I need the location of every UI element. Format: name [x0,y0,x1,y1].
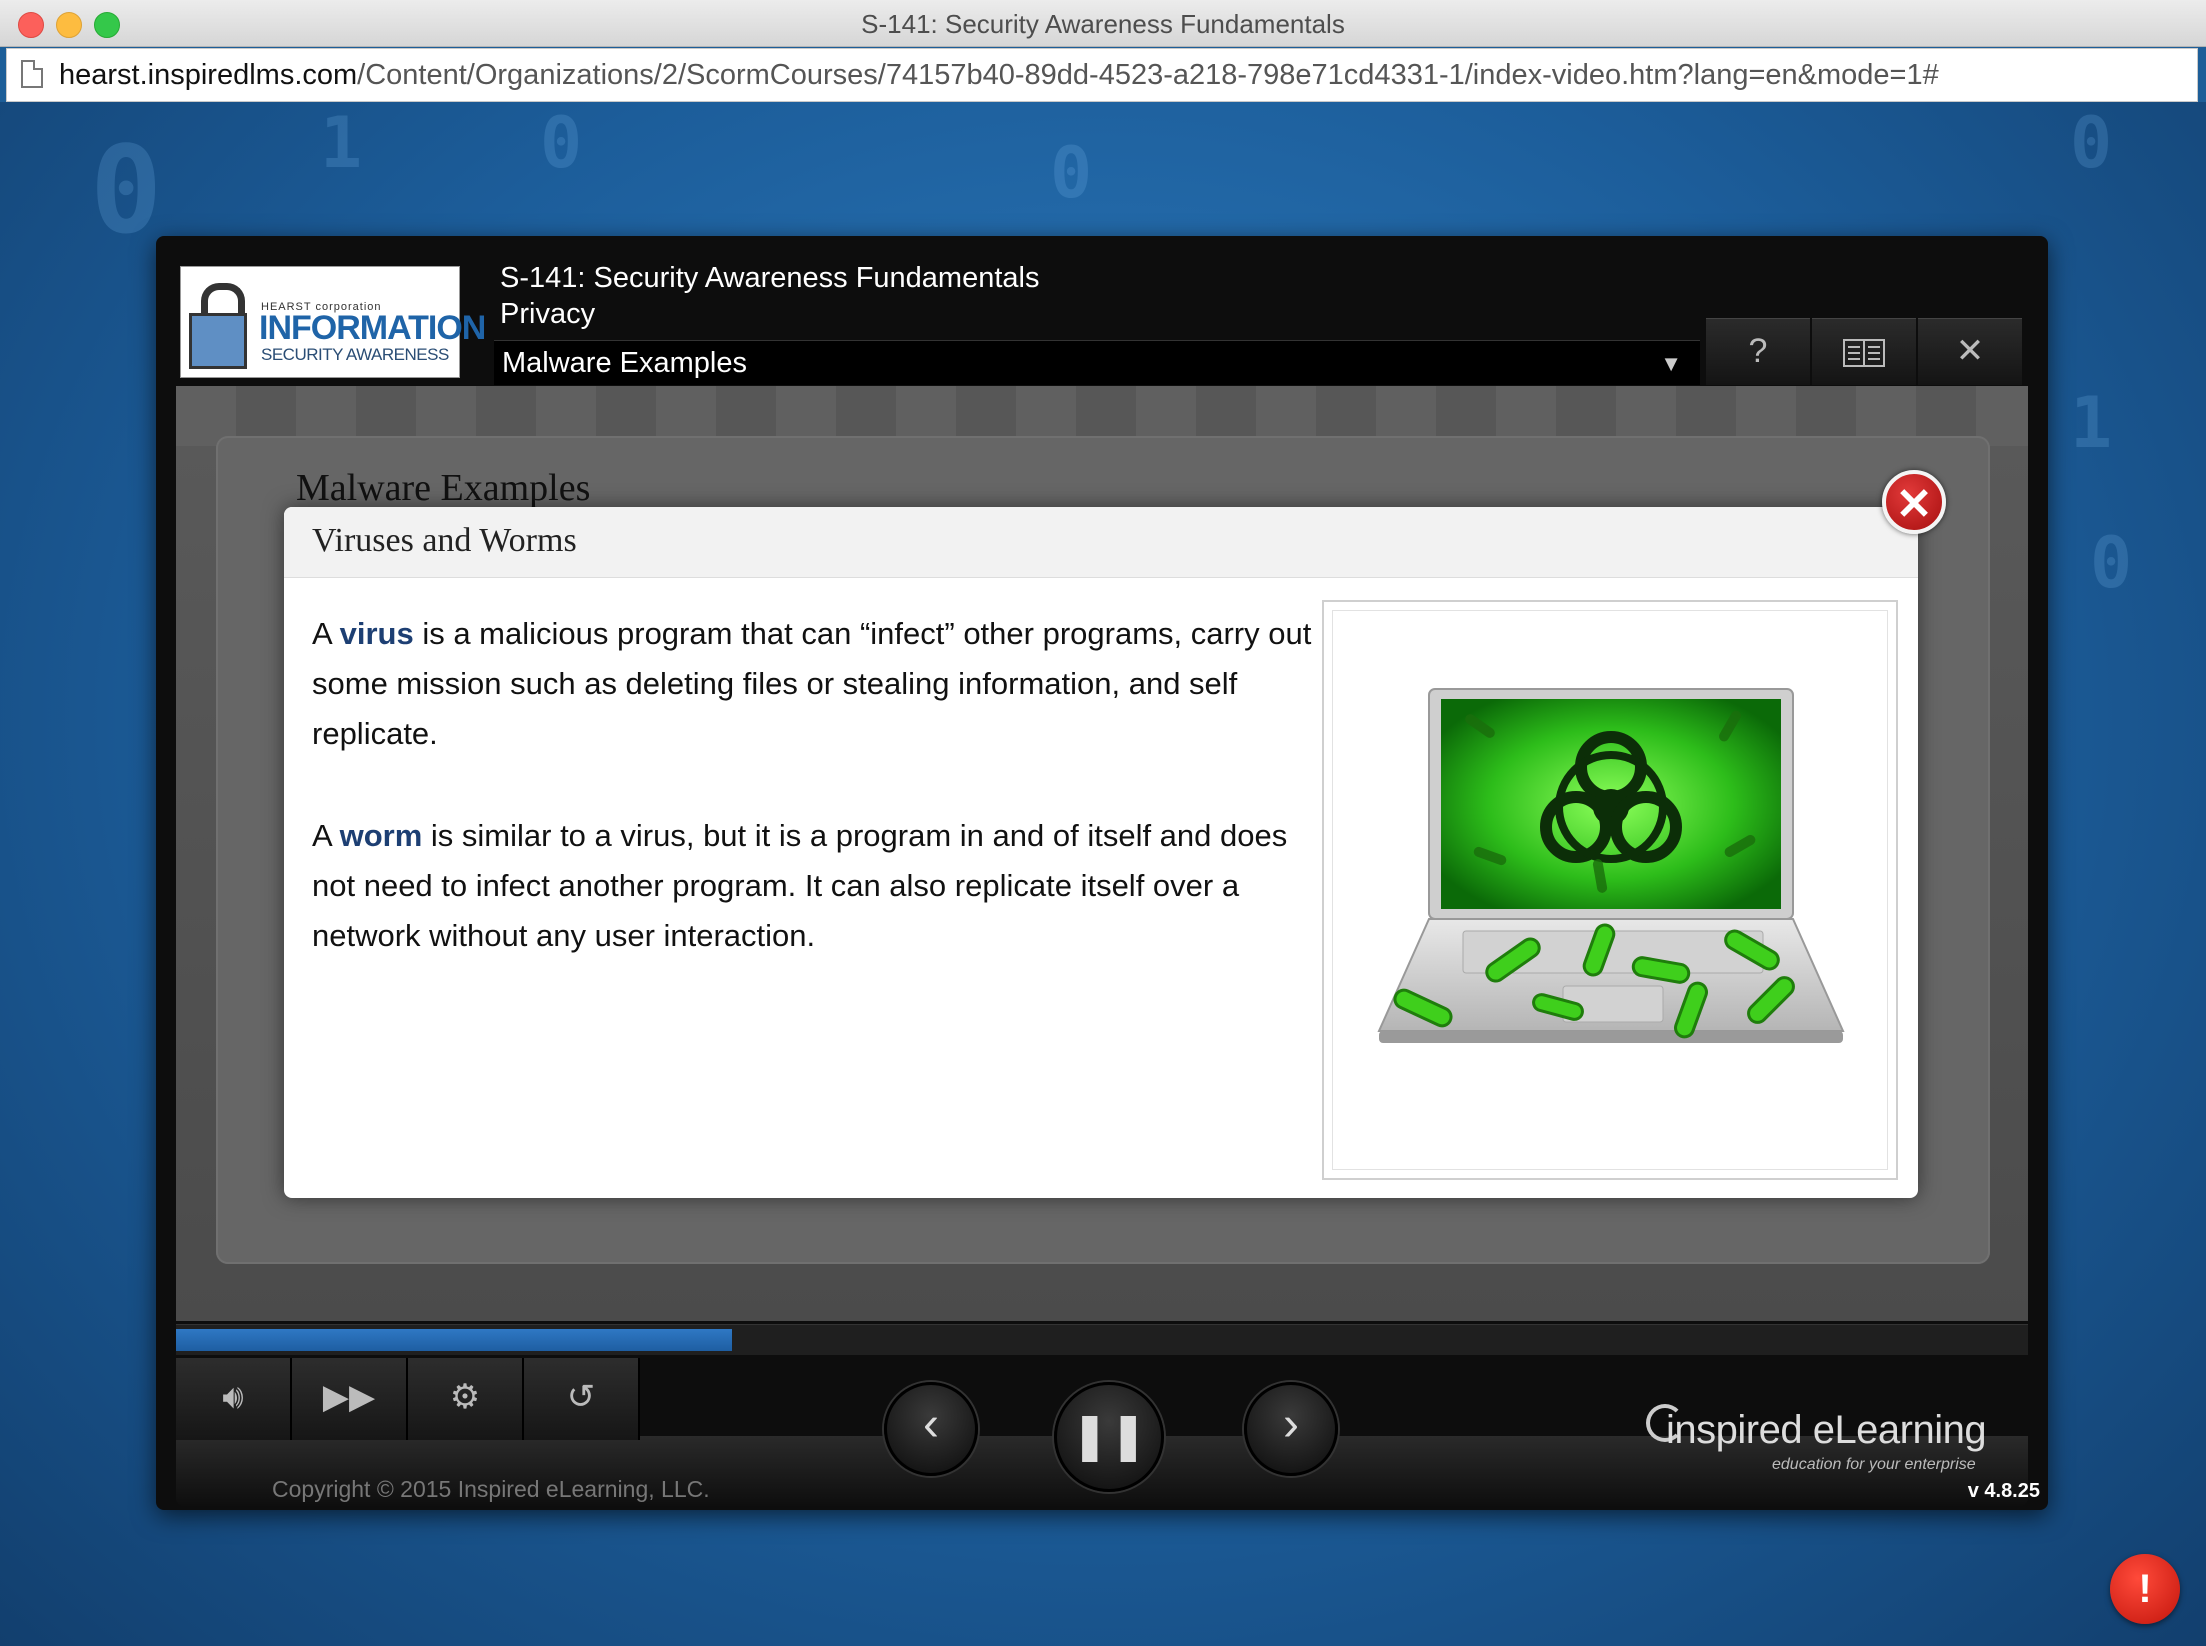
copyright-text: Copyright © 2015 Inspired eLearning, LLC… [272,1476,710,1502]
bg-digit-decoration: 0 [2090,522,2133,604]
bg-digit-decoration: 0 [1050,132,1093,214]
fast-forward-icon: ▶▶ [322,1378,376,1416]
dropdown-arrow-icon: ▼ [1660,351,1682,376]
next-slide-button[interactable]: › [1244,1382,1338,1476]
exclamation-icon: ! [2138,1567,2152,1611]
speaker-icon: 🔊︎ [222,1378,244,1416]
bg-digit-decoration: 1 [2070,382,2113,464]
volume-button[interactable]: 🔊︎ [176,1358,292,1440]
info-popup: Viruses and Worms A virus is a malicious… [284,507,1918,1198]
replay-icon: ↺ [566,1378,596,1416]
popup-title: Viruses and Worms [312,522,577,559]
replay-button[interactable]: ↺ [524,1358,640,1440]
page-icon [21,60,43,88]
bg-digit-decoration: 0 [540,102,583,184]
popup-close-button[interactable]: ✕ [1882,470,1946,534]
skip-button[interactable]: ▶▶ [292,1358,408,1440]
book-icon [1843,339,1885,368]
gear-icon: ⚙ [449,1378,481,1416]
worm-description: is similar to a virus, but it is a progr… [312,818,1288,953]
window-title: S-141: Security Awareness Fundamentals [861,9,1345,39]
para-prefix: A [312,616,331,651]
term-worm: worm [339,818,423,853]
brand-logo: inspired eLearning education for your en… [1646,1404,2006,1474]
alert-badge[interactable]: ! [2110,1554,2180,1624]
module-title: Privacy [500,298,596,330]
virus-description: is a malicious program that can “infect”… [312,616,1312,751]
bg-digit-decoration: 1 [320,102,363,184]
laptop-virus-image [1377,688,1845,1043]
course-logo: HEARST corporation INFORMATION SECURITY … [180,266,486,378]
topic-dropdown[interactable]: Malware Examples ▼ [494,340,1700,385]
settings-button[interactable]: ⚙ [408,1358,524,1440]
course-title: S-141: Security Awareness Fundamentals [500,262,1040,294]
bg-digit-decoration: 0 [2070,102,2113,184]
image-frame [1322,600,1898,1180]
url-path: /Content/Organizations/2/ScormCourses/74… [357,59,1939,91]
pause-icon: ❚❚ [1070,1409,1148,1461]
help-button[interactable]: ? [1706,318,1810,385]
close-icon: ✕ [1955,332,1985,370]
window-titlebar: S-141: Security Awareness Fundamentals [0,0,2206,47]
url-host: hearst.inspiredlms.com [59,59,358,91]
topic-dropdown-value: Malware Examples [502,347,747,379]
logo-subtitle: SECURITY AWARENESS [261,345,449,364]
version-label: v 4.8.25 [1967,1480,2040,1502]
close-icon: ✕ [1895,480,1933,529]
virus-paragraph: A virus is a malicious program that can … [312,609,1312,759]
padlock-icon [189,283,247,369]
progress-bar[interactable] [176,1324,2028,1355]
worm-paragraph: A worm is similar to a virus, but it is … [312,811,1312,961]
address-bar[interactable]: hearst.inspiredlms.com/Content/Organizat… [6,48,2198,102]
popup-header: Viruses and Worms [284,507,1918,578]
progress-fill [176,1329,732,1351]
chevron-right-icon: › [1283,1398,1299,1451]
brand-name: inspired eLearning [1666,1408,1987,1452]
term-virus: virus [339,616,414,651]
question-icon: ? [1748,332,1768,370]
url-text[interactable]: hearst.inspiredlms.com/Content/Organizat… [59,59,1939,92]
brand-tagline: education for your enterprise [1772,1456,1976,1473]
slide-title: Malware Examples [296,467,591,509]
exit-course-button[interactable]: ✕ [1918,318,2022,385]
glossary-button[interactable] [1812,318,1916,385]
pause-button[interactable]: ❚❚ [1054,1382,1164,1492]
logo-title: INFORMATION [259,309,486,347]
previous-slide-button[interactable]: ‹ [884,1382,978,1476]
para-prefix: A [312,818,331,853]
bg-digit-decoration: 0 [90,122,163,261]
chevron-left-icon: ‹ [923,1398,939,1451]
